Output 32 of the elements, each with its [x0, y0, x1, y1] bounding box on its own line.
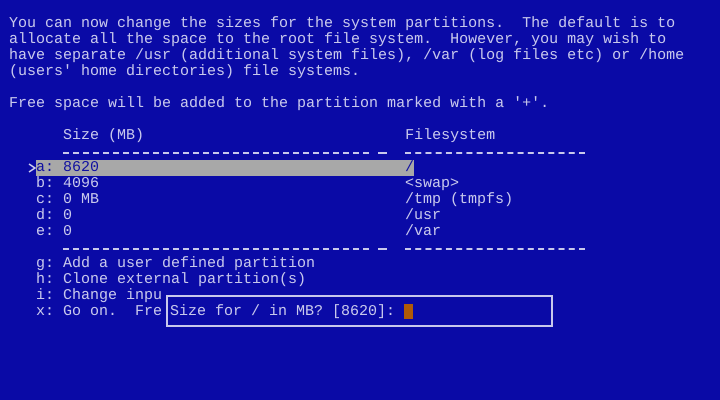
- menu-item[interactable]: Add a user defined partition: [63, 256, 316, 272]
- partition-key[interactable]: b:: [36, 176, 63, 192]
- table-cell-text: 0 MB: [63, 192, 100, 208]
- column-header: Size (MB): [63, 128, 144, 144]
- table-cell: /usr: [405, 208, 442, 224]
- menu-key[interactable]: g:: [36, 256, 63, 272]
- partition-key[interactable]: c:: [36, 192, 63, 208]
- table-cell: 8620: [63, 160, 406, 176]
- intro-text: allocate all the space to the root file system. However, you may wish to: [9, 32, 666, 48]
- menu-key[interactable]: i:: [36, 288, 63, 304]
- partition-key[interactable]: d:: [36, 208, 63, 224]
- menu-item[interactable]: Clone external partition(s): [63, 272, 306, 288]
- table-cell-text: 4096: [63, 176, 100, 192]
- table-cell: /tmp (tmpfs): [405, 192, 514, 208]
- menu-item[interactable]: Change inpu: [63, 288, 162, 304]
- intro-text: (users' home directories) file systems.: [9, 64, 360, 80]
- input-field[interactable]: Size for / in MB? [8620]:: [170, 303, 414, 319]
- partition-key[interactable]: a:: [36, 160, 63, 176]
- intro-text: You can now change the sizes for the system partitions. The default is to: [9, 16, 676, 32]
- table-cell-text: 0: [63, 208, 74, 224]
- text-cursor: [404, 304, 414, 318]
- table-cell: /: [405, 160, 414, 176]
- table-cell: <swap>: [405, 176, 460, 192]
- menu-key[interactable]: h:: [36, 272, 63, 288]
- note-text: Free space will be added to the partition marked with a '+'.: [9, 96, 550, 112]
- table-cell-text: 0: [63, 224, 74, 240]
- column-header: Filesystem: [405, 128, 496, 144]
- menu-item[interactable]: Go on. Fre: [63, 304, 162, 320]
- intro-text: have separate /usr (additional system files), /var (log files etc) or /home: [9, 48, 684, 64]
- partition-key[interactable]: e:: [36, 224, 63, 240]
- menu-key[interactable]: x:: [36, 304, 63, 320]
- table-cell: /var: [405, 224, 442, 240]
